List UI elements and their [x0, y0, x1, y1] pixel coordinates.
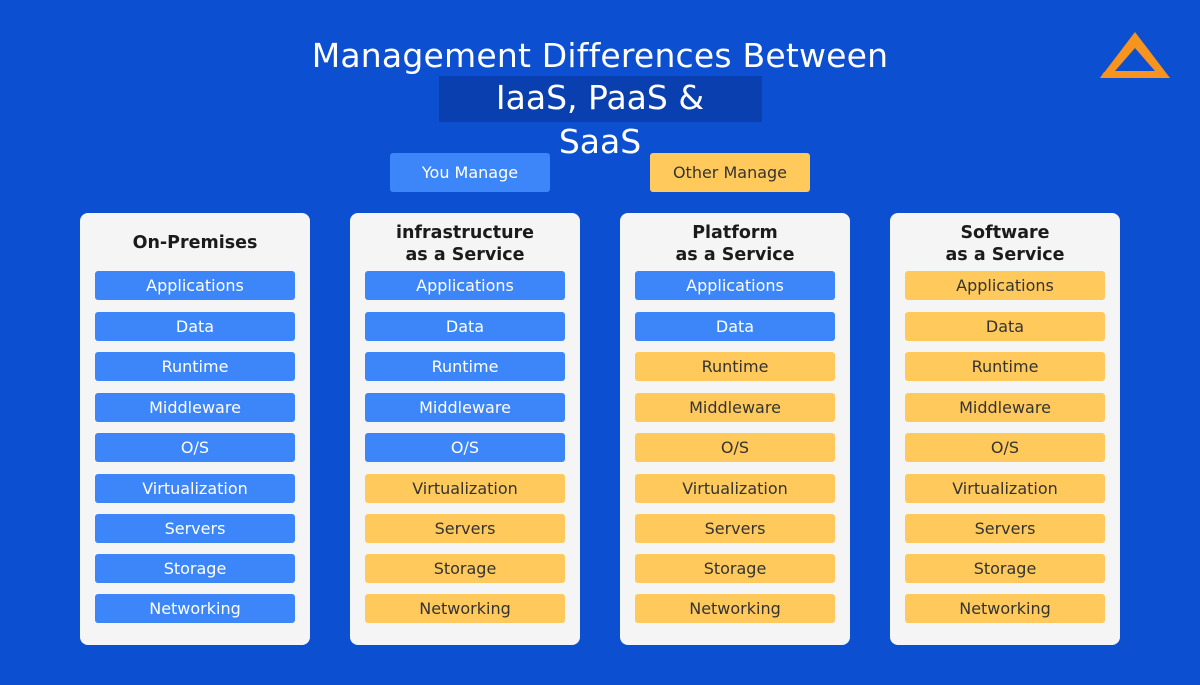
column-card-paas: Platform as a Service Applications Data Runt… — [620, 213, 850, 645]
layer-row-virtualization: Virtualization — [365, 474, 565, 503]
layer-row-runtime: Runtime — [95, 352, 295, 381]
triangle-logo-icon — [1100, 32, 1170, 78]
column-title: Platform as a Service — [620, 222, 850, 266]
page-title: Management Differences Between — [311, 36, 889, 75]
layer-row-data: Data — [95, 312, 295, 341]
column-title-line1: On-Premises — [132, 233, 258, 253]
layer-row-os: O/S — [365, 433, 565, 462]
layer-row-virtualization: Virtualization — [905, 474, 1105, 503]
layer-row-middleware: Middleware — [95, 393, 295, 422]
page-subtitle: IaaS, PaaS & SaaS — [438, 76, 762, 161]
layer-row-servers: Servers — [905, 514, 1105, 543]
layer-row-runtime: Runtime — [365, 352, 565, 381]
layer-row-networking: Networking — [905, 594, 1105, 623]
column-card-iaas: infrastructure as a Service Applications Da… — [350, 213, 580, 645]
column-title: On-Premises — [80, 232, 310, 254]
layer-row-data: Data — [635, 312, 835, 341]
layer-row-networking: Networking — [95, 594, 295, 623]
column-title-line2: as a Service — [675, 245, 795, 265]
layer-row-os: O/S — [635, 433, 835, 462]
layer-row-storage: Storage — [365, 554, 565, 583]
layer-row-os: O/S — [95, 433, 295, 462]
layer-row-storage: Storage — [905, 554, 1105, 583]
column-card-on-premises: On-Premises Applications Data Runtime Middle… — [80, 213, 310, 645]
column-card-saas: Software as a Service Applications Data Runt… — [890, 213, 1120, 645]
layer-row-middleware: Middleware — [905, 393, 1105, 422]
layer-row-servers: Servers — [365, 514, 565, 543]
column-title-line2: as a Service — [405, 245, 525, 265]
layer-row-applications: Applications — [95, 271, 295, 300]
column-title: Software as a Service — [890, 222, 1120, 266]
layer-row-data: Data — [905, 312, 1105, 341]
layer-row-data: Data — [365, 312, 565, 341]
column-title-line1: infrastructure — [395, 223, 535, 243]
column-title-line1: Software — [960, 223, 1050, 243]
layer-row-servers: Servers — [95, 514, 295, 543]
layer-row-storage: Storage — [635, 554, 835, 583]
layer-row-applications: Applications — [905, 271, 1105, 300]
layer-row-runtime: Runtime — [905, 352, 1105, 381]
layer-row-middleware: Middleware — [365, 393, 565, 422]
layer-row-servers: Servers — [635, 514, 835, 543]
column-title: infrastructure as a Service — [350, 222, 580, 266]
column-title-line2: as a Service — [945, 245, 1065, 265]
layer-row-os: O/S — [905, 433, 1105, 462]
layer-row-networking: Networking — [635, 594, 835, 623]
layer-row-virtualization: Virtualization — [635, 474, 835, 503]
layer-row-runtime: Runtime — [635, 352, 835, 381]
layer-row-middleware: Middleware — [635, 393, 835, 422]
layer-row-networking: Networking — [365, 594, 565, 623]
column-title-line1: Platform — [692, 223, 778, 243]
legend-you-manage: You Manage — [390, 153, 550, 192]
layer-row-storage: Storage — [95, 554, 295, 583]
subtitle-wrapper: IaaS, PaaS & SaaS — [0, 76, 1200, 161]
layer-row-virtualization: Virtualization — [95, 474, 295, 503]
layer-row-applications: Applications — [635, 271, 835, 300]
layer-row-applications: Applications — [365, 271, 565, 300]
legend-other-manage: Other Manage — [650, 153, 810, 192]
